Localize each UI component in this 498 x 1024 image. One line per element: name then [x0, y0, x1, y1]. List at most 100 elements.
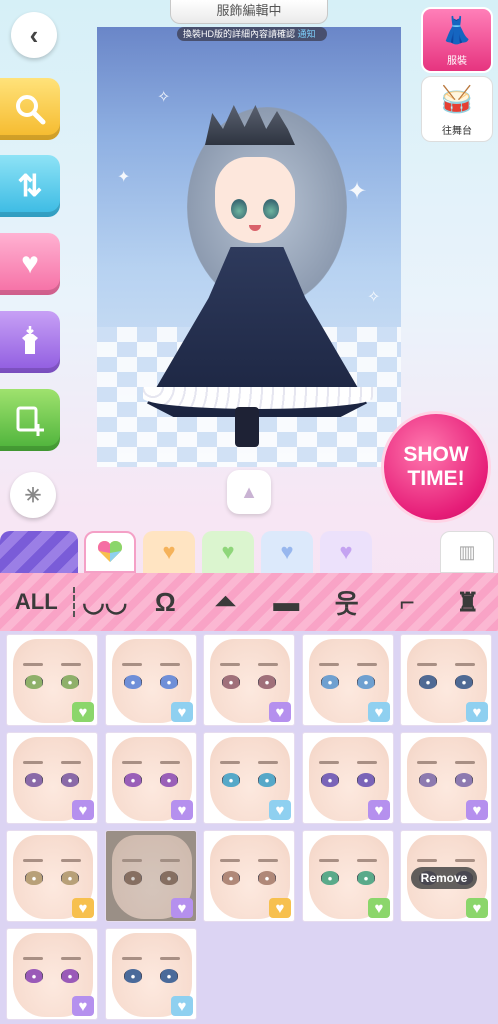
face-item-tile[interactable]: ♥	[6, 634, 98, 726]
eye	[124, 969, 142, 983]
category-bottoms[interactable]: ▬	[256, 587, 316, 618]
loading-toggle-button[interactable]: ✳	[10, 472, 56, 518]
face-item-tile[interactable]: ♥	[105, 928, 197, 1020]
eyebrow	[455, 859, 475, 862]
eye	[321, 675, 339, 689]
eyebrow	[122, 859, 142, 862]
chevron-up-icon: ▲	[240, 481, 258, 502]
rarity-heart-icon: ♥	[171, 996, 193, 1016]
rarity-heart-icon: ♥	[466, 898, 488, 918]
color-tab-purple[interactable]: ♥	[320, 531, 372, 573]
rarity-heart-icon: ♥	[171, 702, 193, 722]
notice-link[interactable]: 通知	[298, 29, 316, 39]
eye	[357, 675, 375, 689]
category-bar: ALL ◡◡ Ω ⏶ ▬ 웃 ⌐ ♜	[0, 573, 498, 631]
eyebrow	[357, 761, 377, 764]
face-item-tile[interactable]: ♥	[400, 732, 492, 824]
rarity-heart-icon: ♥	[72, 996, 94, 1016]
outfit-save-button[interactable]	[0, 311, 60, 373]
eye	[61, 675, 79, 689]
favorite-add-button[interactable]: ♥	[0, 233, 60, 295]
character-stage[interactable]: 換裝HD版的詳細內容請確認 通知 ✦ ✦ ✧ ✧	[97, 27, 401, 467]
rarity-heart-icon: ♥	[466, 702, 488, 722]
eye	[61, 969, 79, 983]
category-hair[interactable]: Ω	[135, 587, 195, 618]
face-item-tile[interactable]: ♥	[302, 732, 394, 824]
category-shoes[interactable]: ⌐	[377, 587, 437, 618]
add-icon	[16, 406, 44, 436]
category-dress[interactable]: ⏶	[196, 586, 256, 618]
show-time-line2: TIME!	[407, 467, 465, 490]
sparkle-icon: ✦	[347, 178, 368, 205]
add-item-button[interactable]	[0, 389, 60, 451]
face-item-tile[interactable]: ♥	[302, 830, 394, 922]
eyebrow	[455, 663, 475, 666]
eyebrow	[122, 957, 142, 960]
face-item-tile[interactable]: ♥	[6, 830, 98, 922]
face-item-tile[interactable]: ♥	[6, 732, 98, 824]
category-jacket[interactable]: ♜	[437, 587, 497, 618]
show-time-button[interactable]: SHOW TIME!	[381, 411, 491, 523]
rarity-heart-icon: ♥	[171, 800, 193, 820]
rarity-heart-icon: ♥	[269, 800, 291, 820]
rarity-heart-icon: ♥	[368, 800, 390, 820]
heart-icon: ♥	[339, 539, 353, 564]
back-button[interactable]: ‹	[11, 12, 57, 58]
eyebrow	[160, 761, 180, 764]
category-pose[interactable]: 웃	[317, 584, 377, 621]
eyebrow	[23, 957, 43, 960]
high-heel-icon: ⌐	[399, 586, 415, 617]
heart-icon: ♥	[221, 539, 235, 564]
color-tab-blue[interactable]: ♥	[261, 531, 313, 573]
tab-dress[interactable]: 👗 服裝	[421, 7, 493, 73]
eye	[258, 871, 276, 885]
category-face[interactable]: ◡◡	[75, 587, 135, 618]
eye	[25, 871, 43, 885]
face-item-tile[interactable]: ♥	[105, 732, 197, 824]
pose-icon: 웃	[334, 588, 359, 619]
eye	[61, 871, 79, 885]
face-item-tile[interactable]: ♥	[203, 634, 295, 726]
rarity-heart-icon: ♥	[466, 800, 488, 820]
eyebrow	[417, 859, 437, 862]
eyebrow	[319, 859, 339, 862]
eyebrow	[61, 859, 81, 862]
eye	[25, 969, 43, 983]
back-icon: ‹	[29, 19, 39, 50]
character-legs	[235, 407, 259, 447]
face-item-tile[interactable]: ♥	[203, 732, 295, 824]
color-tab-multi[interactable]	[84, 531, 136, 573]
face-item-tile[interactable]: ♥	[302, 634, 394, 726]
eye	[222, 871, 240, 885]
expand-up-button[interactable]: ▲	[227, 470, 271, 514]
closet-button[interactable]: ▥	[440, 531, 494, 573]
remove-button[interactable]: Remove	[411, 867, 477, 889]
face-item-tile[interactable]: ♥	[203, 830, 295, 922]
face-item-tile[interactable]: ♥	[105, 634, 197, 726]
hd-notice[interactable]: 換裝HD版的詳細內容請確認 通知	[177, 27, 327, 41]
face-item-tile[interactable]: ♥	[105, 830, 197, 922]
sort-button[interactable]: ⇅	[0, 155, 60, 217]
eyebrow	[160, 859, 180, 862]
category-all[interactable]: ALL	[0, 589, 73, 615]
eye	[222, 675, 240, 689]
rarity-heart-icon: ♥	[171, 898, 193, 918]
character-face	[215, 157, 295, 243]
eyebrow	[23, 859, 43, 862]
dress-icon: 👗	[440, 15, 474, 45]
tab-dress-label: 服裝	[447, 56, 467, 67]
tab-stage-label: 往舞台	[442, 126, 472, 137]
tab-stage[interactable]: 🥁 往舞台	[421, 76, 493, 142]
eyebrow	[23, 761, 43, 764]
face-item-tile[interactable]: ♥	[6, 928, 98, 1020]
color-tab-stripe[interactable]	[0, 531, 78, 573]
search-button[interactable]	[0, 78, 60, 140]
eyebrow	[220, 859, 240, 862]
outfit-download-icon	[22, 326, 38, 354]
color-tab-green[interactable]: ♥	[202, 531, 254, 573]
search-icon	[16, 95, 46, 125]
item-grid: ♥ ♥ ♥ ♥ ♥ ♥ ♥ ♥ ♥ ♥ ♥ ♥ ♥ ♥ ♥ Remove ♥ ♥	[0, 631, 498, 1024]
face-item-tile[interactable]: ♥ Remove	[400, 830, 492, 922]
color-tab-orange[interactable]: ♥	[143, 531, 195, 573]
face-item-tile[interactable]: ♥	[400, 634, 492, 726]
